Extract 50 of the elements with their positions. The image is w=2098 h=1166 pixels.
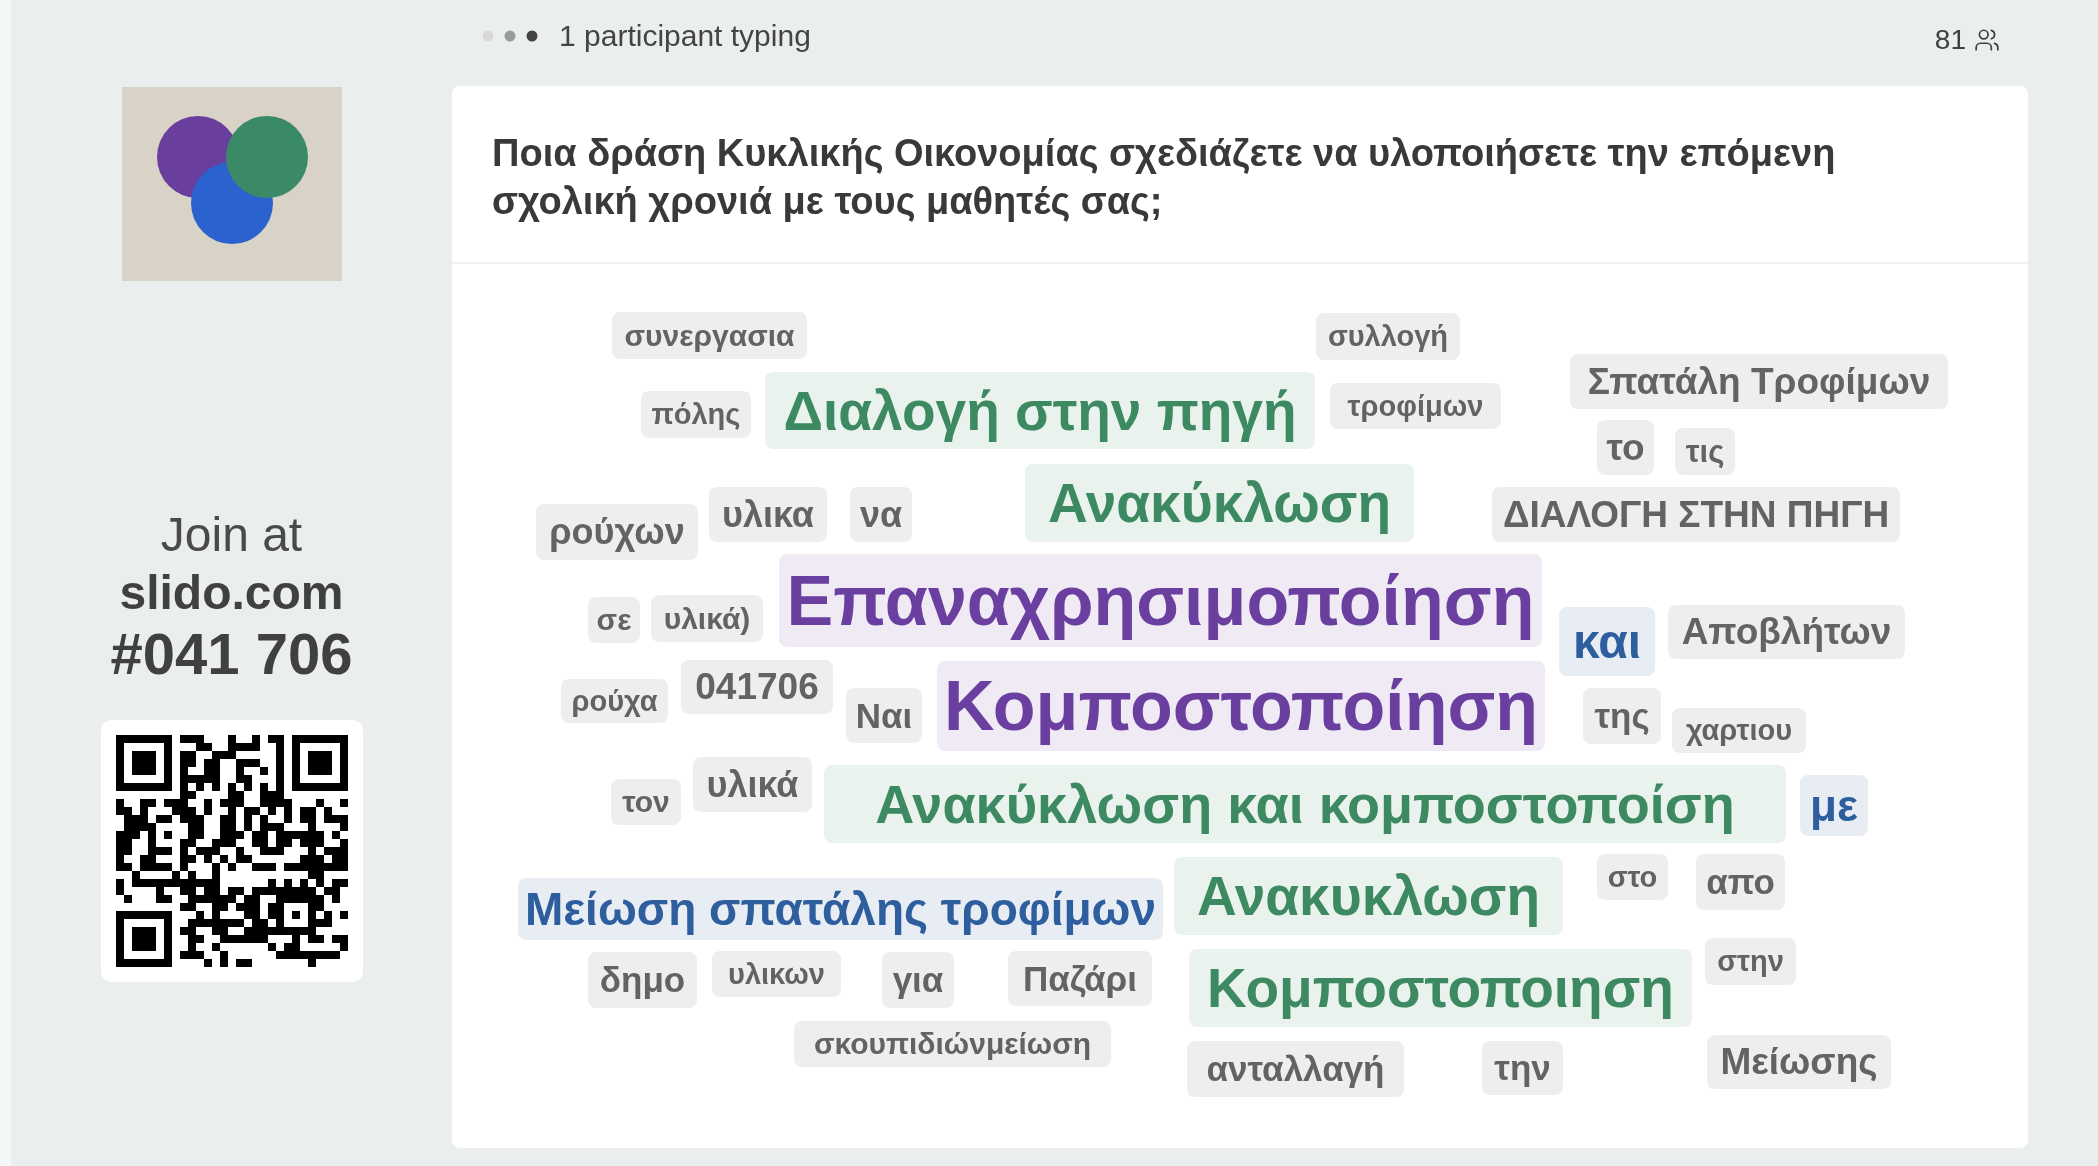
cloud-word: σκουπιδιώνμείωση [794,1021,1111,1067]
cloud-word: να [850,487,912,542]
cloud-word: υλικα [709,487,827,542]
people-icon [1974,27,2000,53]
cloud-word: Επαναχρησιμοποίηση [779,554,1542,647]
cloud-word: δημο [588,952,697,1008]
cloud-word: Ανακύκλωση [1025,464,1414,542]
cloud-word: Κομποστοποίηση [937,661,1545,751]
cloud-word: πόλης [641,391,751,438]
cloud-word: Ανακυκλωση [1174,857,1563,935]
cloud-word: Σπατάλη Τροφίμων [1570,354,1948,409]
typing-status: 1 participant typing [559,19,811,53]
poll-question: Ποια δράση Κυκλικής Οικονομίας σχεδιάζετε να υλοποιήσετε την επόμενη σχολική χρονιά με τους μαθητές σας; [492,131,1837,224]
typing-dots-icon [482,30,538,42]
cloud-word: για [882,952,954,1008]
cloud-word: συλλογή [1316,313,1460,360]
cloud-word: ρούχα [561,679,668,723]
event-code: #041 706 [110,622,353,686]
cloud-word: συνεργασια [612,312,807,359]
cloud-word: το [1597,420,1654,475]
cloud-word: Κομποστοποιηση [1189,949,1692,1027]
participant-count: 81 [1934,24,1966,56]
cloud-word: 041706 [681,660,833,714]
cloud-word: και [1559,607,1655,676]
join-label: Join at [160,507,303,563]
cloud-word: Διαλογή στην πηγή [765,372,1315,449]
cloud-word: σε [588,597,640,643]
cloud-word: τις [1675,428,1735,475]
cloud-word: απο [1696,854,1785,910]
cloud-word: τροφίμων [1330,383,1501,429]
cloud-word: Μείωση σπατάλης τροφίμων [518,878,1163,940]
cloud-word: ρούχων [536,504,698,560]
cloud-word: στην [1705,938,1796,985]
cloud-word: Ανακύκλωση και κομποστοποίση [824,765,1786,843]
join-site: slido.com [119,565,344,621]
cloud-word: στο [1597,854,1668,900]
cloud-word: Αποβλήτων [1668,605,1905,659]
cloud-word: της [1583,688,1661,744]
cloud-word: Μείωσης [1707,1035,1891,1089]
cloud-word: Παζάρι [1008,951,1152,1006]
cloud-word: τον [611,779,681,825]
cloud-word: την [1482,1041,1563,1095]
cloud-word: ανταλλαγή [1187,1041,1404,1097]
cloud-word: υλικων [712,951,841,997]
cloud-word: χαρτιου [1672,708,1806,753]
cloud-word: Ναι [846,688,922,743]
cloud-word: ΔΙΑΛΟΓΗ ΣΤΗΝ ΠΗΓΗ [1492,487,1900,542]
cloud-word: υλικά [693,757,812,812]
cloud-word: με [1800,775,1868,836]
cloud-word: υλικά) [651,595,763,642]
